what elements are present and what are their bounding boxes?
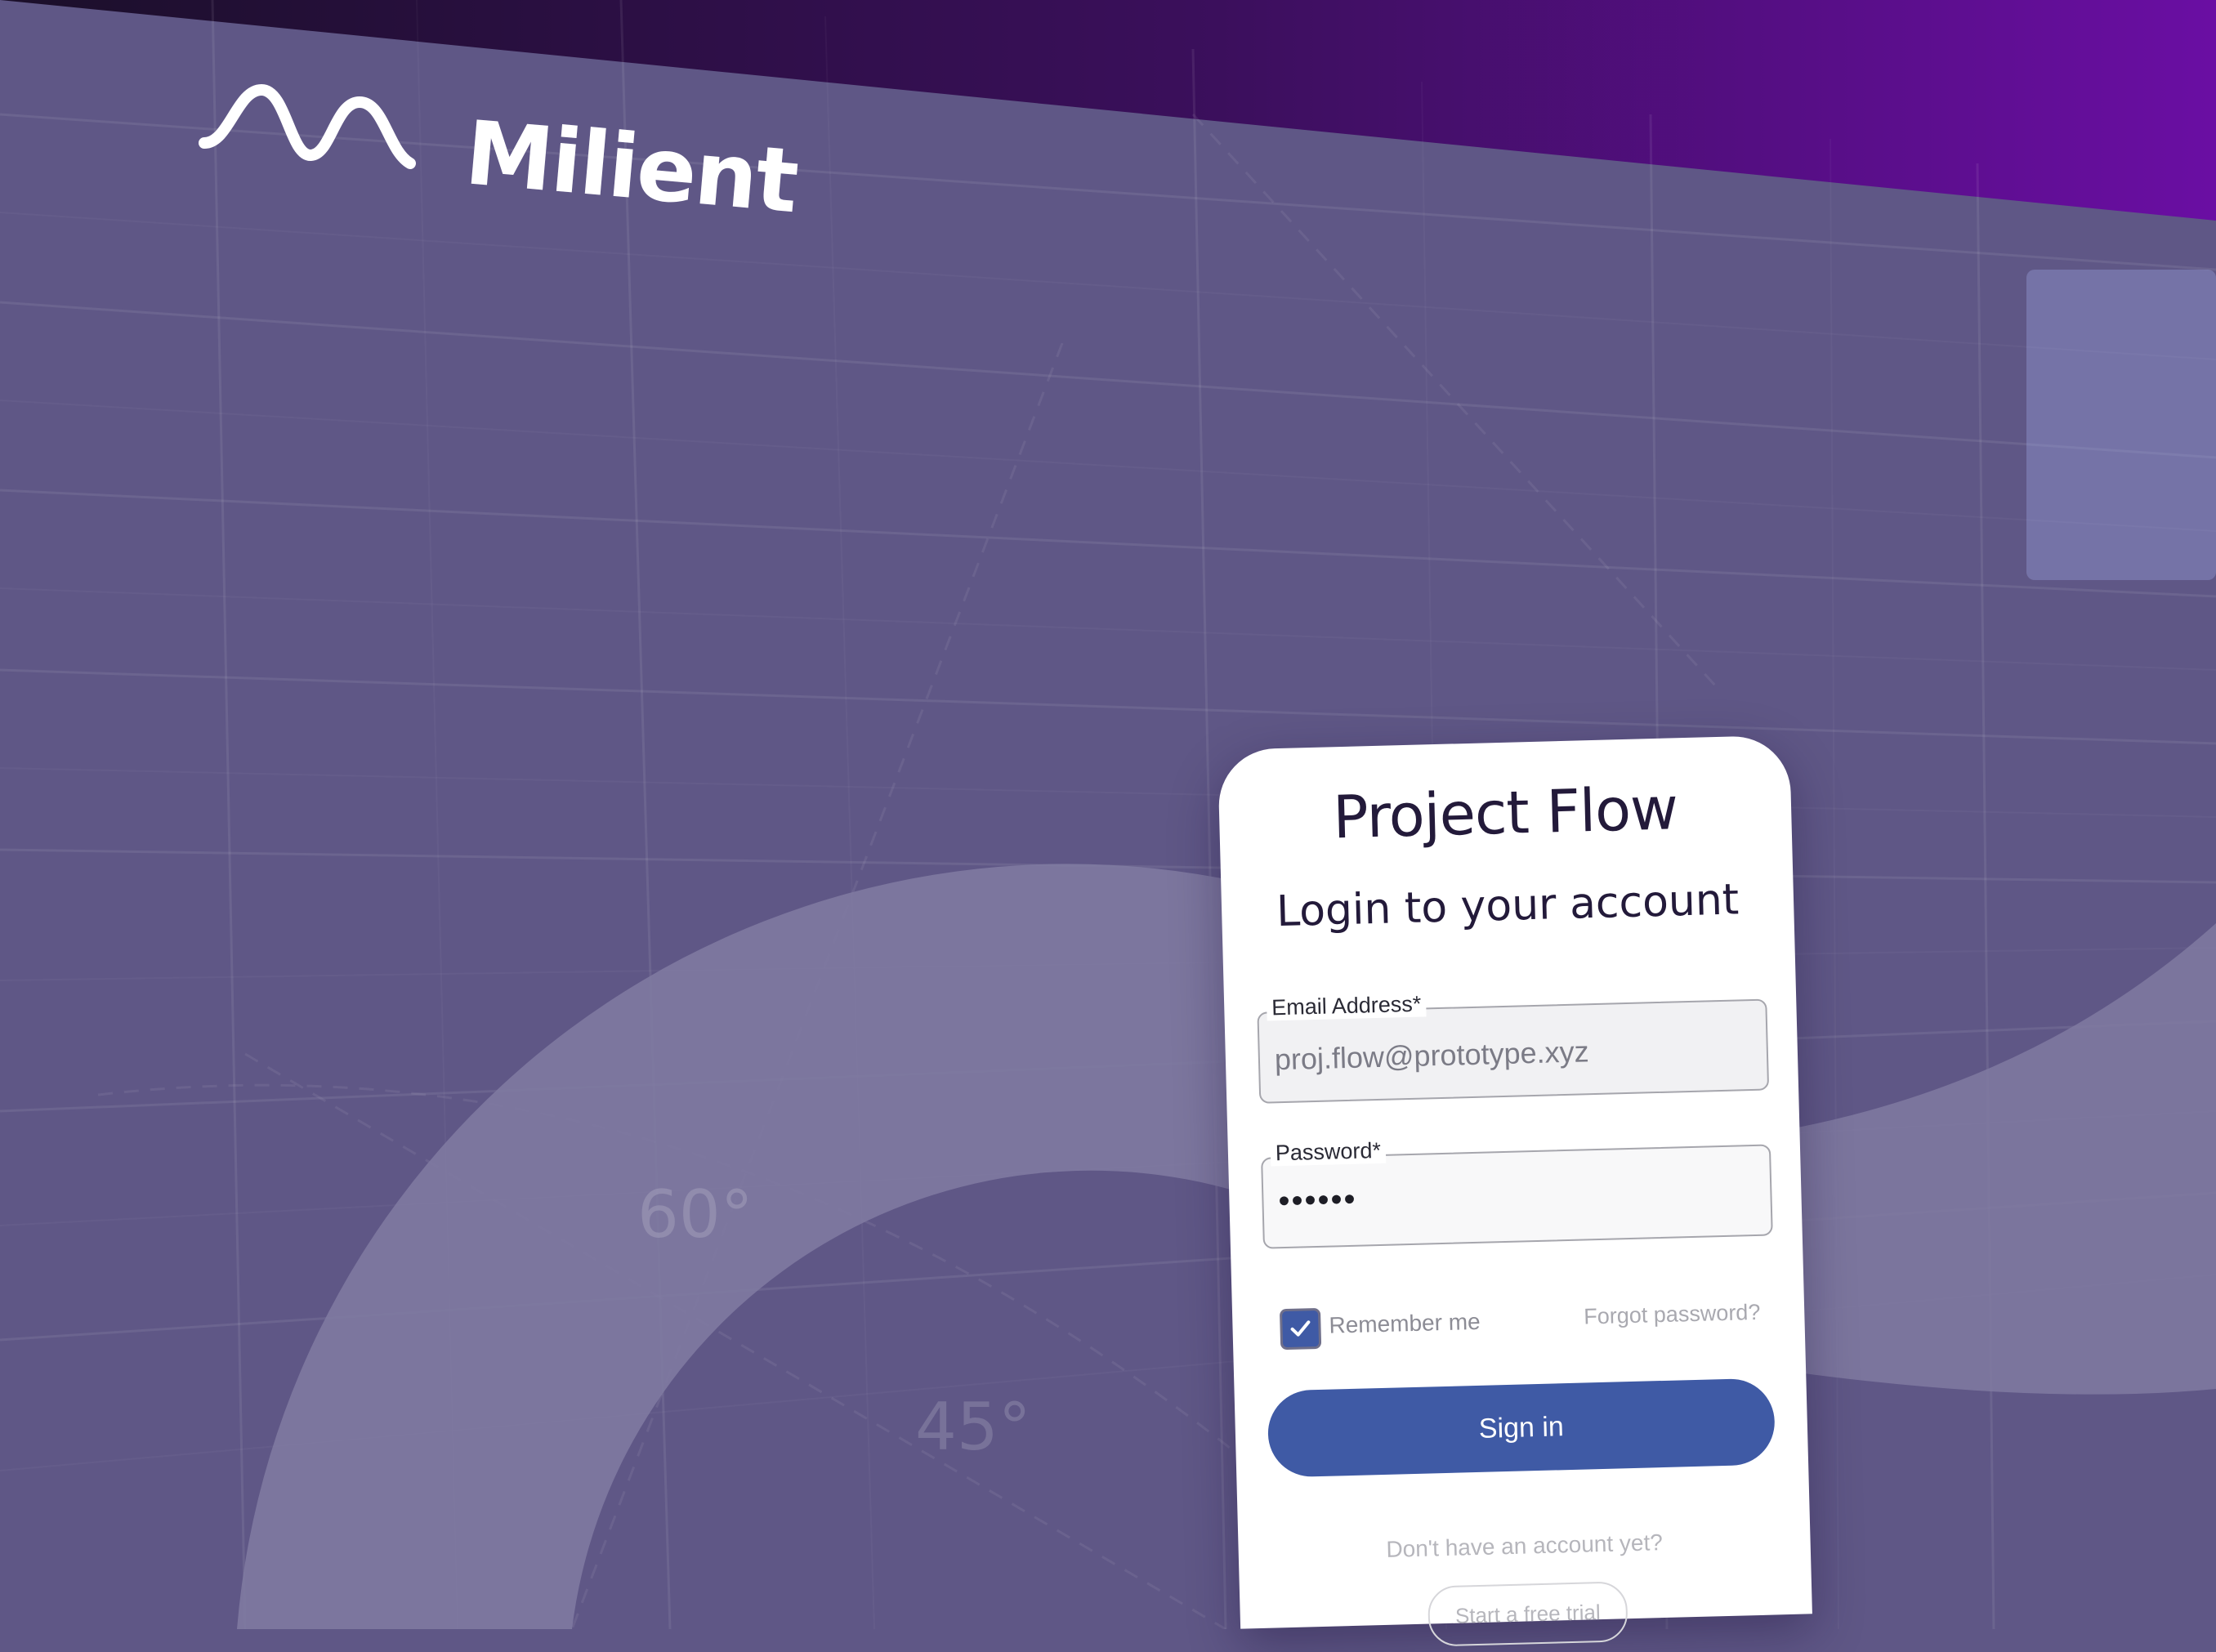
angle-label-60: 60° <box>637 1176 753 1252</box>
email-value: proj.flow@prototype.xyz <box>1274 1034 1590 1077</box>
remember-me[interactable]: Remember me <box>1279 1303 1493 1358</box>
sign-in-button[interactable]: Sign in <box>1267 1377 1776 1478</box>
password-field[interactable]: Password* •••••• <box>1261 1137 1773 1249</box>
background-scene: 60° 45° <box>0 0 2216 1629</box>
decorative-arc <box>237 864 2216 1629</box>
angle-label-45: 45° <box>915 1389 1031 1465</box>
remember-me-checkbox[interactable] <box>1279 1307 1322 1351</box>
no-account-text: Don't have an account yet? <box>1386 1529 1664 1562</box>
login-card: Project Flow Login to your account Email… <box>1217 734 1812 1647</box>
remember-me-label: Remember me <box>1329 1308 1481 1338</box>
email-label: Email Address* <box>1266 991 1427 1021</box>
password-value: •••••• <box>1277 1181 1358 1220</box>
email-field[interactable]: Email Address* proj.flow@prototype.xyz <box>1257 991 1770 1104</box>
blurred-side-panel <box>2026 270 2216 580</box>
free-trial-button[interactable]: Start a free trial <box>1427 1581 1628 1647</box>
forgot-password-link[interactable]: Forgot password? <box>1584 1300 1761 1330</box>
password-label: Password* <box>1270 1137 1387 1167</box>
login-subtitle: Login to your account <box>1276 875 1740 937</box>
brand: Milient <box>196 78 801 233</box>
checkmark-icon <box>1290 1320 1311 1337</box>
wave-logo-icon <box>199 83 416 169</box>
app-title: Project Flow <box>1332 774 1678 852</box>
